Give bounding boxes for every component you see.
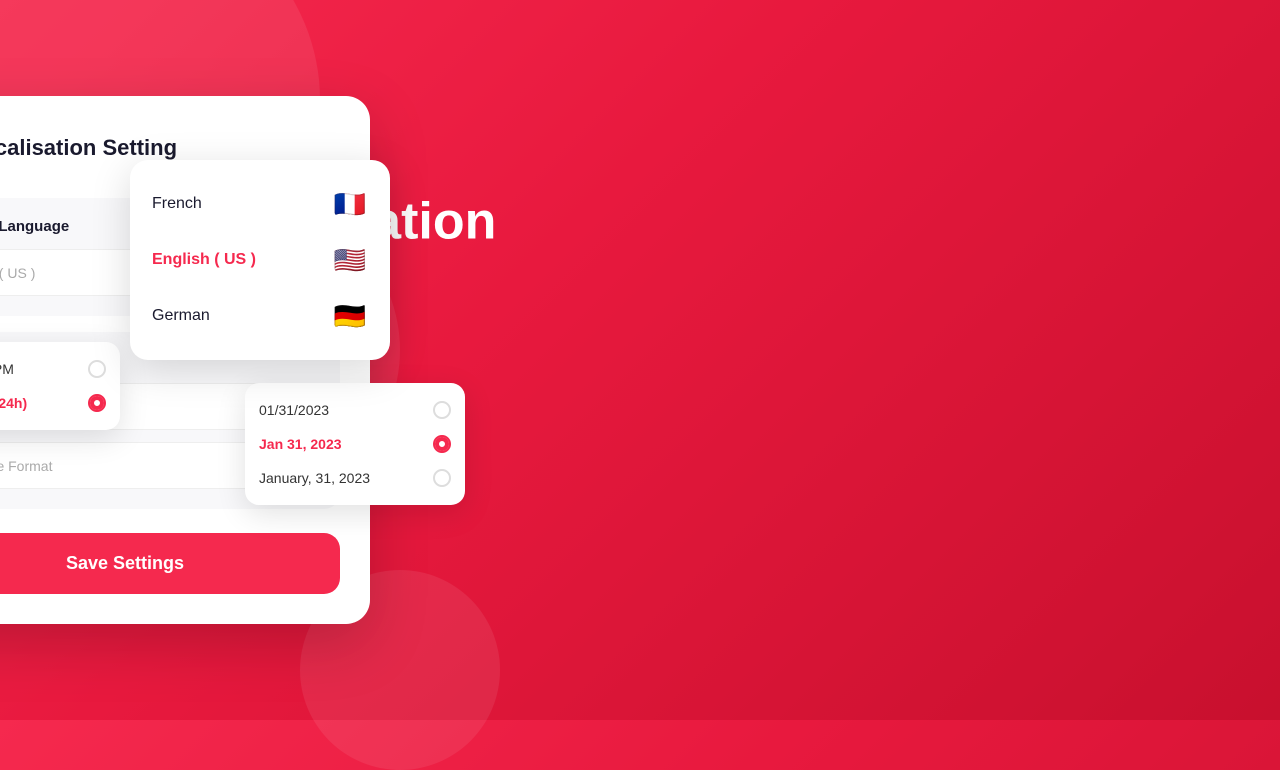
date-format-popup[interactable]: 01/31/2023 Jan 31, 2023 January, 31, 202…: [245, 383, 465, 505]
date-option-mdy-text: 01/31/2023: [259, 402, 329, 418]
date-option-jan[interactable]: Jan 31, 2023: [259, 427, 451, 461]
flag-english: 🇺🇸: [332, 242, 368, 278]
flag-german: 🇩🇪: [332, 298, 368, 334]
radio-24h[interactable]: [88, 394, 106, 412]
calendar-language-value: English ( US ): [0, 265, 35, 281]
time-format-popup[interactable]: 03:30 PM 15:30 (24h): [0, 342, 120, 430]
main-card: Localisation Setting French 🇫🇷 English (…: [0, 96, 370, 624]
radio-jan[interactable]: [433, 435, 451, 453]
language-dropdown-popup[interactable]: French 🇫🇷 English ( US ) 🇺🇸 German 🇩🇪: [130, 160, 390, 360]
date-option-january-text: January, 31, 2023: [259, 470, 370, 486]
card-title: Localisation Setting: [0, 135, 177, 161]
time-option-24h[interactable]: 15:30 (24h): [0, 386, 106, 420]
flag-french: 🇫🇷: [332, 186, 368, 222]
time-option-12h[interactable]: 03:30 PM: [0, 352, 106, 386]
lang-name-german: German: [152, 307, 210, 325]
save-settings-button[interactable]: Save Settings: [0, 533, 340, 594]
lang-item-english[interactable]: English ( US ) 🇺🇸: [146, 232, 374, 288]
lang-name-english: English ( US ): [152, 251, 256, 269]
radio-january[interactable]: [433, 469, 451, 487]
time-format-placeholder: Set Time Format: [0, 458, 52, 474]
date-option-mdy[interactable]: 01/31/2023: [259, 393, 451, 427]
radio-mdy[interactable]: [433, 401, 451, 419]
lang-item-french[interactable]: French 🇫🇷: [146, 176, 374, 232]
date-option-january[interactable]: January, 31, 2023: [259, 461, 451, 495]
time-option-24h-text: 15:30 (24h): [0, 395, 27, 411]
lang-item-german[interactable]: German 🇩🇪: [146, 288, 374, 344]
date-option-jan-text: Jan 31, 2023: [259, 436, 342, 452]
lang-name-french: French: [152, 195, 202, 213]
time-option-12h-text: 03:30 PM: [0, 361, 14, 377]
radio-12h[interactable]: [88, 360, 106, 378]
